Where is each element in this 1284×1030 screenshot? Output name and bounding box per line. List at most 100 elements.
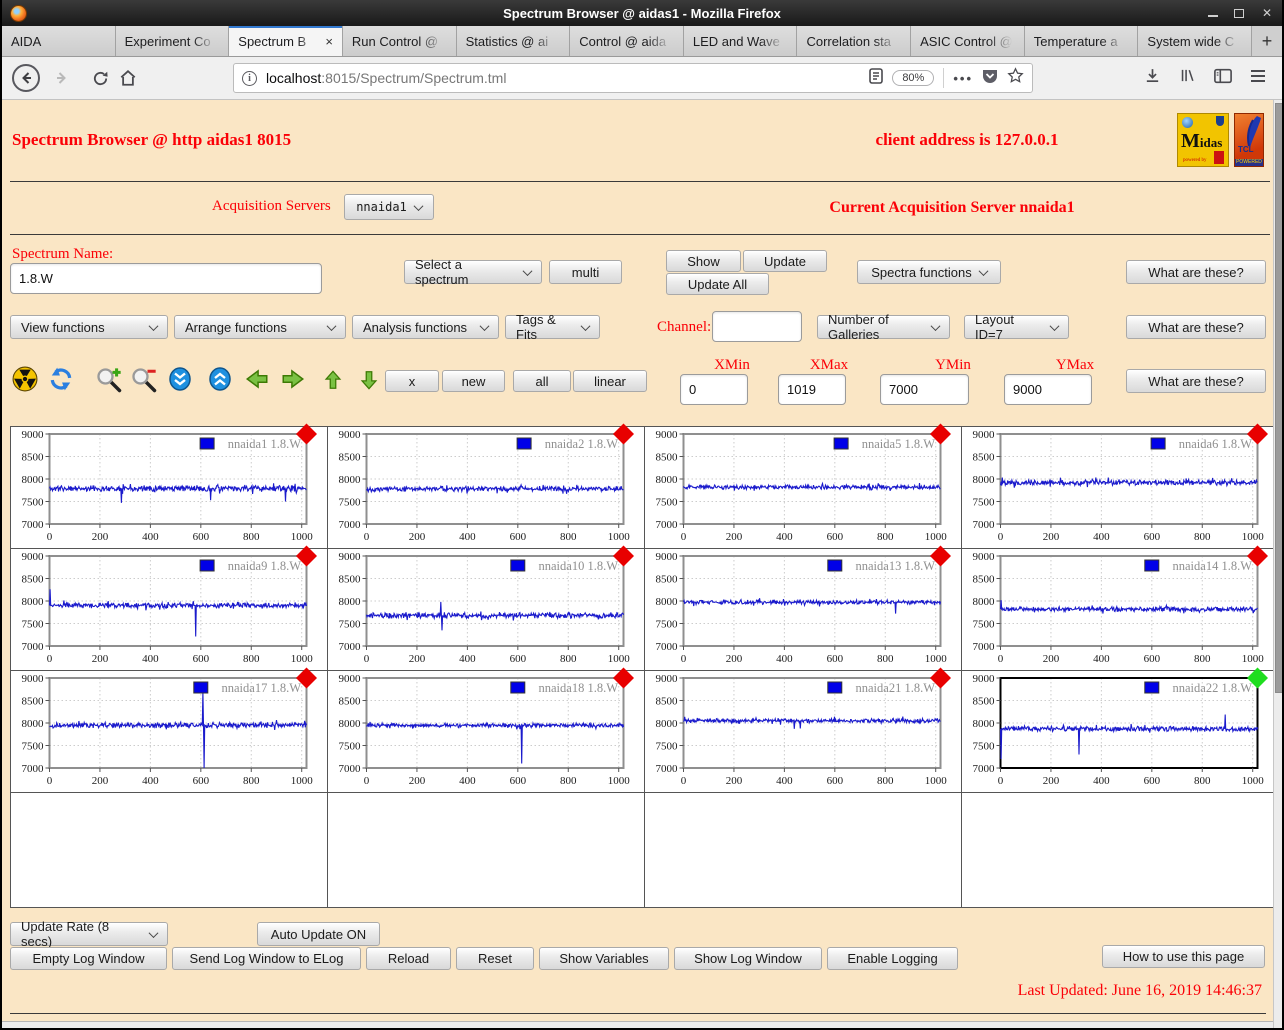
browser-tab-correlation-sta[interactable]: Correlation sta [797, 26, 912, 56]
pocket-icon[interactable] [982, 68, 998, 89]
number-of-galleries-dropdown[interactable]: Number of Galleries [817, 312, 950, 342]
arrow-left-icon[interactable] [244, 366, 270, 397]
spectrum-chart-nnaida1[interactable]: 7000 7500 8000 8500 9000 0 200 400 600 800 1000 nna… [11, 423, 327, 548]
scrollbar-thumb[interactable] [1275, 103, 1282, 693]
enable-logging-button[interactable]: Enable Logging [827, 947, 958, 970]
spectrum-chart-cell-nnaida5[interactable]: 7000 7500 8000 8500 9000 0 200 400 600 800 1000 nna… [645, 423, 962, 549]
spectrum-chart-nnaida14[interactable]: 7000 7500 8000 8500 9000 0 200 400 600 800 1000 nna… [962, 545, 1278, 670]
reload-button[interactable]: Reload [366, 947, 451, 970]
spectrum-chart-nnaida5[interactable]: 7000 7500 8000 8500 9000 0 200 400 600 800 1000 nna… [645, 423, 961, 548]
browser-tab-spectrum-b[interactable]: Spectrum B × [229, 26, 343, 56]
what-are-these-button-2[interactable]: What are these? [1126, 315, 1266, 339]
spectrum-chart-cell-nnaida21[interactable]: 7000 7500 8000 8500 9000 0 200 400 600 800 1000 nna… [645, 667, 962, 793]
spectrum-chart-nnaida2[interactable]: 7000 7500 8000 8500 9000 0 200 400 600 800 1000 nna… [328, 423, 644, 548]
maximize-button[interactable] [1234, 8, 1244, 18]
what-are-these-button-1[interactable]: What are these? [1126, 260, 1266, 284]
midas-logo[interactable]: Midas powered by [1177, 113, 1229, 167]
spectrum-chart-nnaida18[interactable]: 7000 7500 8000 8500 9000 0 200 400 600 800 1000 nna… [328, 667, 644, 792]
spectrum-chart-nnaida17[interactable]: 7000 7500 8000 8500 9000 0 200 400 600 800 1000 nna… [11, 667, 327, 792]
arrange-functions-dropdown[interactable]: Arrange functions [174, 315, 346, 339]
browser-tab-temperature-a[interactable]: Temperature a [1024, 26, 1139, 56]
scroll-up-icon[interactable] [208, 366, 232, 397]
linear-button[interactable]: linear [573, 370, 647, 392]
downloads-icon[interactable] [1144, 67, 1161, 89]
tcl-logo[interactable]: TCL POWERED [1234, 113, 1264, 167]
back-button[interactable] [12, 64, 40, 92]
spectrum-chart-cell-nnaida10[interactable]: 7000 7500 8000 8500 9000 0 200 400 600 800 1000 nna… [328, 545, 645, 671]
spectrum-chart-nnaida6[interactable]: 7000 7500 8000 8500 9000 0 200 400 600 800 1000 nna… [962, 423, 1278, 548]
multi-button[interactable]: multi [549, 260, 622, 284]
spectrum-chart-cell-nnaida13[interactable]: 7000 7500 8000 8500 9000 0 200 400 600 800 1000 nna… [645, 545, 962, 671]
url-text[interactable]: localhost:8015/Spectrum/Spectrum.tml [266, 70, 860, 86]
arrow-down-icon[interactable] [358, 366, 380, 399]
reload-button[interactable] [92, 70, 109, 87]
zoom-in-icon[interactable] [95, 366, 123, 399]
spectra-functions-dropdown[interactable]: Spectra functions [857, 260, 1001, 284]
acquisition-server-select[interactable]: nnaida1 [344, 194, 434, 220]
spectrum-name-input[interactable] [10, 263, 322, 294]
menu-hamburger-icon[interactable] [1250, 69, 1266, 88]
reset-button[interactable]: Reset [456, 947, 534, 970]
spectrum-chart-cell-nnaida6[interactable]: 7000 7500 8000 8500 9000 0 200 400 600 800 1000 nna… [962, 423, 1278, 549]
show-variables-button[interactable]: Show Variables [539, 947, 669, 970]
spectrum-chart-nnaida10[interactable]: 7000 7500 8000 8500 9000 0 200 400 600 800 1000 nna… [328, 545, 644, 670]
spectrum-chart-nnaida9[interactable]: 7000 7500 8000 8500 9000 0 200 400 600 800 1000 nna… [11, 545, 327, 670]
refresh-icon[interactable] [48, 366, 74, 397]
zoom-out-icon[interactable] [130, 366, 158, 399]
spectrum-chart-nnaida13[interactable]: 7000 7500 8000 8500 9000 0 200 400 600 800 1000 nna… [645, 545, 961, 670]
update-button[interactable]: Update [743, 250, 827, 272]
browser-tab-experiment-co[interactable]: Experiment Co [115, 26, 230, 56]
page-scrollbar[interactable] [1273, 100, 1282, 1028]
arrow-right-icon[interactable] [280, 366, 306, 397]
sidebar-icon[interactable] [1214, 68, 1232, 89]
new-button[interactable]: new [442, 370, 505, 392]
x-button[interactable]: x [385, 370, 439, 392]
select-spectrum-dropdown[interactable]: Select a spectrum [404, 257, 542, 287]
send-log-window-to-elog-button[interactable]: Send Log Window to ELog [172, 947, 361, 970]
tags-fits-dropdown[interactable]: Tags & Fits [505, 312, 600, 342]
spectrum-chart-cell-nnaida14[interactable]: 7000 7500 8000 8500 9000 0 200 400 600 800 1000 nna… [962, 545, 1278, 671]
browser-tab-control-aida[interactable]: Control @ aida [570, 26, 684, 56]
new-tab-button[interactable]: + [1252, 26, 1282, 56]
arrow-up-icon[interactable] [322, 366, 344, 399]
what-are-these-button-3[interactable]: What are these? [1126, 369, 1266, 393]
browser-tab-aida[interactable]: AIDA [2, 26, 116, 56]
library-icon[interactable] [1179, 67, 1196, 89]
channel-input[interactable] [712, 311, 802, 342]
reader-mode-icon[interactable] [869, 67, 884, 89]
layout-id-dropdown[interactable]: Layout ID=7 [964, 312, 1069, 342]
show-log-window-button[interactable]: Show Log Window [674, 947, 822, 970]
spectrum-chart-cell-nnaida9[interactable]: 7000 7500 8000 8500 9000 0 200 400 600 800 1000 nna… [11, 545, 328, 671]
spectrum-chart-cell-nnaida18[interactable]: 7000 7500 8000 8500 9000 0 200 400 600 800 1000 nna… [328, 667, 645, 793]
browser-tab-statistics-ai[interactable]: Statistics @ ai [456, 26, 571, 56]
site-info-icon[interactable]: i [242, 70, 257, 86]
spectrum-chart-cell-nnaida22[interactable]: 7000 7500 8000 8500 9000 0 200 400 600 800 1000 nna… [962, 667, 1278, 793]
ymax-input[interactable] [1004, 374, 1092, 405]
forward-button[interactable] [54, 70, 70, 86]
scroll-down-icon[interactable] [168, 366, 192, 397]
minimize-button[interactable] [1208, 9, 1218, 17]
analysis-functions-dropdown[interactable]: Analysis functions [352, 315, 499, 339]
auto-update-button[interactable]: Auto Update ON [257, 922, 380, 946]
page-actions-icon[interactable]: ••• [953, 71, 973, 86]
view-functions-dropdown[interactable]: View functions [10, 315, 168, 339]
browser-tab-run-control-[interactable]: Run Control @ [342, 26, 457, 56]
xmin-input[interactable] [680, 374, 748, 405]
url-bar[interactable]: i localhost:8015/Spectrum/Spectrum.tml 8… [233, 63, 1033, 93]
spectrum-chart-cell-nnaida1[interactable]: 7000 7500 8000 8500 9000 0 200 400 600 800 1000 nna… [11, 423, 328, 549]
zoom-level-button[interactable]: 80% [892, 70, 935, 86]
tab-close-icon[interactable]: × [325, 34, 333, 49]
radiation-icon[interactable] [12, 366, 38, 397]
update-rate-dropdown[interactable]: Update Rate (8 secs) [10, 919, 168, 949]
how-to-use-button[interactable]: How to use this page [1102, 945, 1265, 968]
bookmark-star-icon[interactable] [1007, 67, 1024, 89]
ymin-input[interactable] [880, 374, 969, 405]
spectrum-chart-cell-nnaida2[interactable]: 7000 7500 8000 8500 9000 0 200 400 600 800 1000 nna… [328, 423, 645, 549]
browser-tab-led-and-wave[interactable]: LED and Wave [683, 26, 798, 56]
empty-log-window-button[interactable]: Empty Log Window [10, 947, 167, 970]
spectrum-chart-nnaida21[interactable]: 7000 7500 8000 8500 9000 0 200 400 600 800 1000 nna… [645, 667, 961, 792]
all-button[interactable]: all [513, 370, 571, 392]
browser-tab-system-wide-c[interactable]: System wide C [1138, 26, 1253, 56]
close-button[interactable]: ✕ [1260, 6, 1274, 20]
spectrum-chart-cell-nnaida17[interactable]: 7000 7500 8000 8500 9000 0 200 400 600 800 1000 nna… [11, 667, 328, 793]
